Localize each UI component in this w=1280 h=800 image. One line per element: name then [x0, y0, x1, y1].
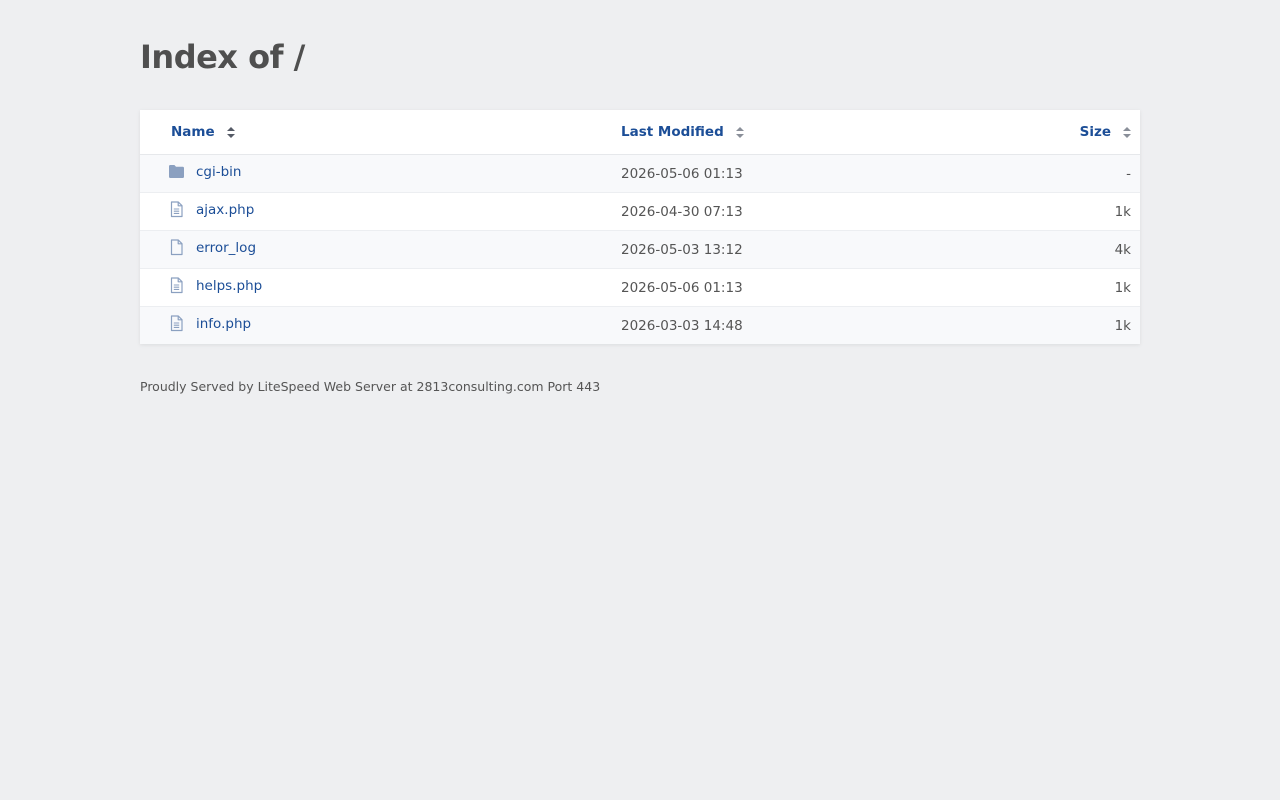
- sort-arrows-icon: [735, 126, 744, 138]
- column-header-last-modified-label: Last Modified: [621, 124, 724, 140]
- column-header-size-label: Size: [1079, 124, 1111, 140]
- entry-name-wrap: cgi-bin: [168, 163, 242, 180]
- sort-by-date-link[interactable]: Last Modified: [621, 124, 744, 140]
- table-row: helps.php 2026-05-06 01:13 1k: [140, 268, 1140, 307]
- entry-link[interactable]: info.php: [196, 316, 251, 332]
- table-header-row: Name Last Modified Size: [140, 110, 1140, 155]
- sort-by-size-link[interactable]: Size: [1080, 124, 1131, 140]
- file-rows: cgi-bin 2026-05-06 01:13- ajax.php 2026-04-…: [140, 154, 1140, 345]
- server-footer: Proudly Served by LiteSpeed Web Server a…: [140, 379, 601, 394]
- cell-name: info.php: [140, 307, 621, 345]
- column-header-last-modified[interactable]: Last Modified: [621, 110, 1021, 155]
- folder-icon: [168, 163, 185, 180]
- cell-last-modified: 2026-05-06 01:13: [621, 268, 1021, 307]
- entry-name-wrap: ajax.php: [168, 201, 254, 218]
- text-file-icon: [168, 277, 185, 294]
- blank-file-icon: [168, 239, 185, 256]
- table-row: info.php 2026-03-03 14:48 1k: [140, 306, 1140, 345]
- sort-arrows-icon: [226, 126, 235, 138]
- cell-last-modified: 2026-03-03 14:48: [621, 317, 743, 334]
- text-file-icon: [168, 315, 185, 332]
- entry-link[interactable]: helps.php: [196, 278, 262, 294]
- file-table: Name Last Modified Size cgi-bin 2026-05-…: [140, 110, 1140, 344]
- file-listing: Name Last Modified Size cgi-bin 2026-05-…: [140, 110, 1140, 344]
- entry-name-wrap: helps.php: [168, 277, 262, 294]
- table-row: error_log 2026-05-03 13:12 4k: [140, 230, 1140, 269]
- table-row: ajax.php 2026-04-30 07:13 1k: [140, 192, 1140, 231]
- entry-link[interactable]: cgi-bin: [196, 164, 242, 180]
- cell-size: 4k: [1021, 230, 1140, 269]
- column-header-size[interactable]: Size: [1021, 110, 1140, 155]
- text-file-icon: [168, 201, 185, 218]
- cell-size: 1k: [1021, 268, 1140, 307]
- entry-link[interactable]: ajax.php: [196, 202, 254, 218]
- entry-name-wrap: info.php: [168, 315, 251, 332]
- table-row: cgi-bin 2026-05-06 01:13-: [140, 154, 1140, 193]
- cell-name: error_log: [140, 230, 621, 269]
- entry-name-wrap: error_log: [168, 239, 256, 256]
- sort-by-name-link[interactable]: Name: [171, 124, 235, 140]
- cell-size: 1k: [1114, 317, 1131, 334]
- cell-name: cgi-bin: [140, 154, 621, 193]
- cell-last-modified: 2026-05-06 01:13: [621, 154, 1021, 193]
- cell-size: -: [1021, 154, 1140, 193]
- column-header-name-label: Name: [171, 124, 215, 140]
- page-title: Index of /: [140, 38, 305, 76]
- cell-name: helps.php: [140, 268, 621, 307]
- cell-last-modified: 2026-05-03 13:12: [621, 230, 1021, 269]
- cell-name: ajax.php: [140, 192, 621, 231]
- cell-last-modified: 2026-04-30 07:13: [621, 192, 1021, 231]
- entry-link[interactable]: error_log: [196, 240, 256, 256]
- sort-arrows-icon: [1123, 126, 1131, 138]
- column-header-name[interactable]: Name: [140, 110, 621, 155]
- cell-size: 1k: [1021, 192, 1140, 231]
